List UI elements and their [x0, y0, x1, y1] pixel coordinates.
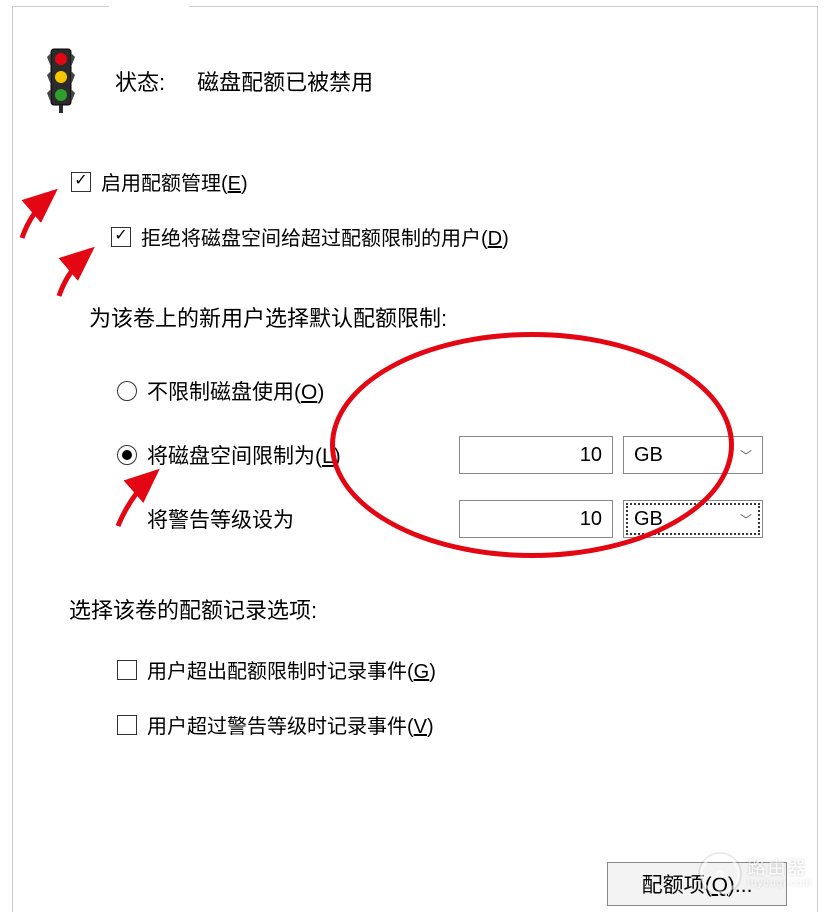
deny-over-row[interactable]: 拒绝将磁盘空间给超过配额限制的用户(D) — [111, 222, 793, 251]
quota-settings-panel: 状态: 磁盘配额已被禁用 启用配额管理(E) 拒绝将磁盘空间给超过配额限制的用户… — [12, 6, 818, 912]
set-limit-radio[interactable] — [117, 445, 137, 465]
warn-input-pair: GB ﹀ — [459, 500, 763, 538]
status-value: 磁盘配额已被禁用 — [197, 65, 373, 97]
chevron-down-icon: ﹀ — [740, 447, 752, 464]
log-over-warn-label: 用户超过警告等级时记录事件(V) — [147, 710, 434, 739]
limit-value-input[interactable] — [459, 436, 613, 474]
warn-row: 将警告等级设为 GB ﹀ — [147, 497, 793, 541]
log-over-warn-checkbox[interactable] — [117, 715, 137, 735]
traffic-light-icon — [43, 47, 79, 115]
chevron-down-icon: ﹀ — [740, 511, 752, 528]
log-over-limit-label: 用户超出配额限制时记录事件(G) — [147, 655, 436, 684]
no-limit-row[interactable]: 不限制磁盘使用(O) — [117, 369, 793, 413]
log-over-limit-checkbox[interactable] — [117, 660, 137, 680]
warn-value-input[interactable] — [459, 500, 613, 538]
enable-quota-label: 启用配额管理(E) — [101, 167, 248, 196]
deny-over-checkbox[interactable] — [111, 227, 131, 247]
button-row: 配额项(Q)... — [607, 862, 787, 906]
log-group: 用户超出配额限制时记录事件(G) 用户超过警告等级时记录事件(V) — [117, 655, 793, 739]
no-limit-radio[interactable] — [117, 381, 137, 401]
no-limit-label: 不限制磁盘使用(O) — [147, 376, 324, 406]
radio-group: 不限制磁盘使用(O) 将磁盘空间限制为(L) GB ﹀ 将警告等级设为 GB — [117, 369, 793, 541]
enable-quota-checkbox[interactable] — [71, 172, 91, 192]
warn-unit-value: GB — [634, 508, 663, 531]
quota-items-button[interactable]: 配额项(Q)... — [607, 862, 787, 906]
enable-section: 启用配额管理(E) 拒绝将磁盘空间给超过配额限制的用户(D) — [71, 167, 793, 251]
set-limit-row[interactable]: 将磁盘空间限制为(L) GB ﹀ — [117, 433, 793, 477]
default-limit-label: 为该卷上的新用户选择默认配额限制: — [89, 301, 793, 333]
log-over-warn-row[interactable]: 用户超过警告等级时记录事件(V) — [117, 710, 793, 739]
log-section-label: 选择该卷的配额记录选项: — [69, 593, 793, 625]
deny-over-label: 拒绝将磁盘空间给超过配额限制的用户(D) — [141, 222, 509, 251]
log-over-limit-row[interactable]: 用户超出配额限制时记录事件(G) — [117, 655, 793, 684]
status-label: 状态: — [115, 65, 165, 97]
tab-notch — [109, 6, 189, 10]
limit-unit-value: GB — [634, 444, 663, 467]
enable-quota-row[interactable]: 启用配额管理(E) — [71, 167, 793, 196]
set-limit-label: 将磁盘空间限制为(L) — [147, 440, 341, 470]
warn-label: 将警告等级设为 — [147, 504, 294, 534]
limit-unit-select[interactable]: GB ﹀ — [623, 436, 763, 474]
limit-input-pair: GB ﹀ — [459, 436, 763, 474]
status-row: 状态: 磁盘配额已被禁用 — [43, 47, 793, 115]
warn-unit-select[interactable]: GB ﹀ — [623, 500, 763, 538]
